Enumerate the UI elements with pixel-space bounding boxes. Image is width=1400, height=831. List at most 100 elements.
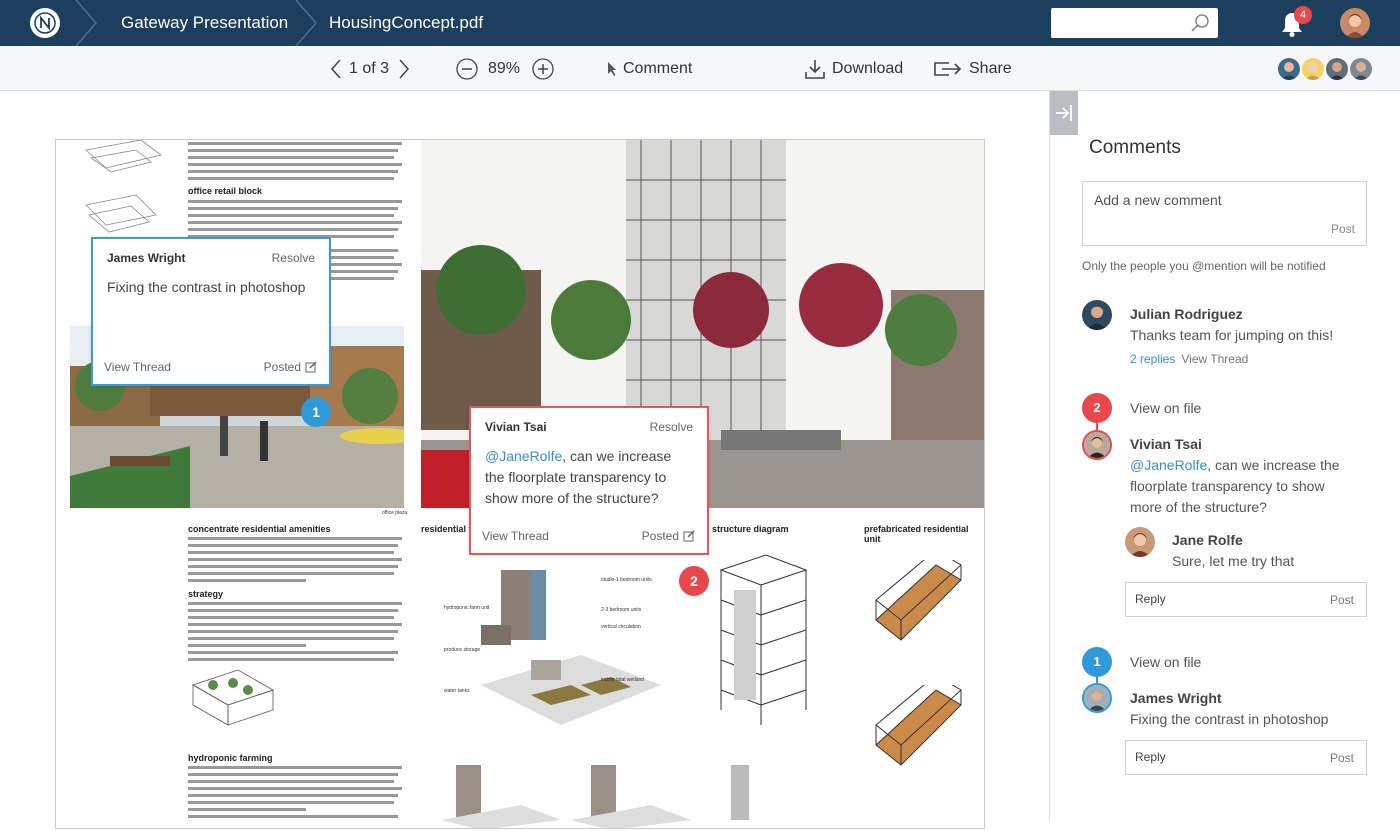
- reply-input[interactable]: Reply Post: [1125, 740, 1367, 775]
- view-thread-link[interactable]: View Thread: [104, 360, 171, 374]
- avatar[interactable]: [1082, 300, 1112, 330]
- breadcrumb-separator-icon: [295, 0, 317, 46]
- massing-diagrams: [441, 765, 749, 828]
- new-comment-input[interactable]: Add a new comment Post: [1082, 181, 1367, 246]
- body-text-line: [188, 558, 402, 561]
- breadcrumb-file[interactable]: HousingConcept.pdf: [329, 0, 483, 46]
- annotation-author: James Wright: [107, 251, 186, 265]
- annotation-pin-2[interactable]: 2: [679, 566, 709, 596]
- mention-link[interactable]: @JaneRolfe: [485, 448, 562, 464]
- page-indicator: 1 of 3: [349, 59, 390, 77]
- body-text-line: [188, 537, 402, 540]
- body-text-line: [188, 644, 306, 647]
- view-thread-link[interactable]: View Thread: [1181, 352, 1248, 366]
- section-heading: hydroponic farming: [188, 753, 273, 763]
- body-text-line: [188, 815, 398, 818]
- post-reply-button[interactable]: Post: [1330, 751, 1354, 765]
- diagram-label: water tanks: [444, 688, 470, 694]
- body-text-line: [188, 544, 398, 547]
- thread-pin-1[interactable]: 1: [1082, 647, 1112, 677]
- prev-page-button[interactable]: [330, 46, 342, 91]
- comment-author: Julian Rodriguez: [1130, 306, 1243, 322]
- edit-icon[interactable]: [683, 530, 695, 542]
- view-on-file-link[interactable]: View on file: [1130, 654, 1201, 670]
- breadcrumb-project[interactable]: Gateway Presentation: [121, 0, 288, 46]
- view-thread-link[interactable]: View Thread: [482, 529, 549, 543]
- body-text-line: [188, 207, 398, 210]
- zoom-in-button[interactable]: [532, 46, 554, 91]
- prefab-unit-sketch: [875, 685, 962, 766]
- annotation-text: @JaneRolfe, can we increase the floorpla…: [485, 448, 672, 506]
- body-text-line: [188, 177, 394, 180]
- diagram-label: studio-1 bedroom units: [601, 577, 652, 583]
- section-heading: concentrate residential amenities: [188, 524, 331, 534]
- document-toolbar: 1 of 3 89% Comment Download Share: [0, 46, 1400, 91]
- resolve-button[interactable]: Resolve: [650, 420, 693, 434]
- avatar[interactable]: [1082, 430, 1112, 460]
- structure-diagram: [719, 554, 808, 725]
- collaborator-avatar[interactable]: [1300, 56, 1326, 82]
- body-text-line: [188, 565, 398, 568]
- share-button[interactable]: Share: [933, 46, 1012, 91]
- view-on-file-link[interactable]: View on file: [1130, 400, 1201, 416]
- n-logo-icon[interactable]: [30, 8, 60, 38]
- mention-hint: Only the people you @mention will be not…: [1082, 259, 1326, 273]
- collapse-sidebar-button[interactable]: [1050, 91, 1078, 135]
- cursor-icon: [608, 61, 616, 76]
- collaborator-avatar[interactable]: [1324, 56, 1350, 82]
- body-text-line: [188, 609, 398, 612]
- prefab-unit-sketch: [875, 560, 962, 641]
- body-text-line: [188, 766, 402, 769]
- collaborator-avatar[interactable]: [1348, 56, 1374, 82]
- edit-icon[interactable]: [305, 361, 317, 373]
- body-text-line: [188, 780, 394, 783]
- share-icon: [934, 61, 962, 76]
- comment-tool-button[interactable]: Comment: [606, 46, 692, 91]
- body-text-line: [188, 773, 398, 776]
- body-text-line: [188, 579, 306, 582]
- document-viewer[interactable]: office retail block office plaza concent…: [0, 91, 1050, 831]
- body-text-line: [188, 616, 394, 619]
- zoom-out-button[interactable]: [456, 46, 478, 91]
- annotation-card-vivian-tsai[interactable]: Vivian Tsai Resolve @JaneRolfe, can we i…: [469, 406, 709, 555]
- body-text-line: [188, 221, 402, 224]
- body-text-line: [188, 651, 398, 654]
- body-text-line: [188, 602, 402, 605]
- zoom-out-icon: [456, 57, 478, 80]
- avatar[interactable]: [1082, 683, 1112, 713]
- body-text-line: [188, 808, 306, 811]
- zoom-level: 89%: [488, 59, 521, 77]
- body-text-line: [188, 228, 398, 231]
- annotation-pin-1[interactable]: 1: [301, 397, 331, 427]
- post-comment-button[interactable]: Post: [1331, 222, 1355, 236]
- body-text-line: [188, 623, 402, 626]
- search-input[interactable]: [1051, 8, 1218, 38]
- zoom-in-icon: [532, 57, 554, 80]
- resolve-button[interactable]: Resolve: [272, 251, 315, 265]
- comment-text: Fixing the contrast in photoshop: [1130, 711, 1329, 727]
- new-comment-placeholder: Add a new comment: [1094, 192, 1222, 208]
- body-text-line: [188, 637, 394, 640]
- section-heading: prefabricated residential unit: [864, 524, 969, 544]
- posted-status: Posted: [264, 360, 317, 374]
- reply-input[interactable]: Reply Post: [1125, 582, 1367, 617]
- thread-pin-2[interactable]: 2: [1082, 393, 1112, 423]
- avatar[interactable]: [1125, 527, 1155, 557]
- next-page-button[interactable]: [398, 46, 410, 91]
- floorplan-sketch: [85, 140, 162, 233]
- mention-link[interactable]: @JaneRolfe: [1130, 457, 1207, 473]
- notification-badge: 4: [1294, 6, 1312, 24]
- search-icon: [1191, 14, 1209, 32]
- body-text-line: [188, 658, 394, 661]
- diagram-label: indoor tidal wetland: [601, 677, 645, 683]
- body-text-line: [188, 156, 394, 159]
- user-avatar[interactable]: [1340, 8, 1370, 38]
- download-button[interactable]: Download: [804, 46, 903, 91]
- replies-link[interactable]: 2 replies: [1130, 352, 1175, 366]
- comment-author: James Wright: [1130, 690, 1222, 706]
- body-text-line: [188, 794, 398, 797]
- posted-status: Posted: [642, 529, 695, 543]
- annotation-card-james-wright[interactable]: James Wright Resolve Fixing the contrast…: [91, 237, 331, 386]
- collaborator-avatar[interactable]: [1276, 56, 1302, 82]
- post-reply-button[interactable]: Post: [1330, 593, 1354, 607]
